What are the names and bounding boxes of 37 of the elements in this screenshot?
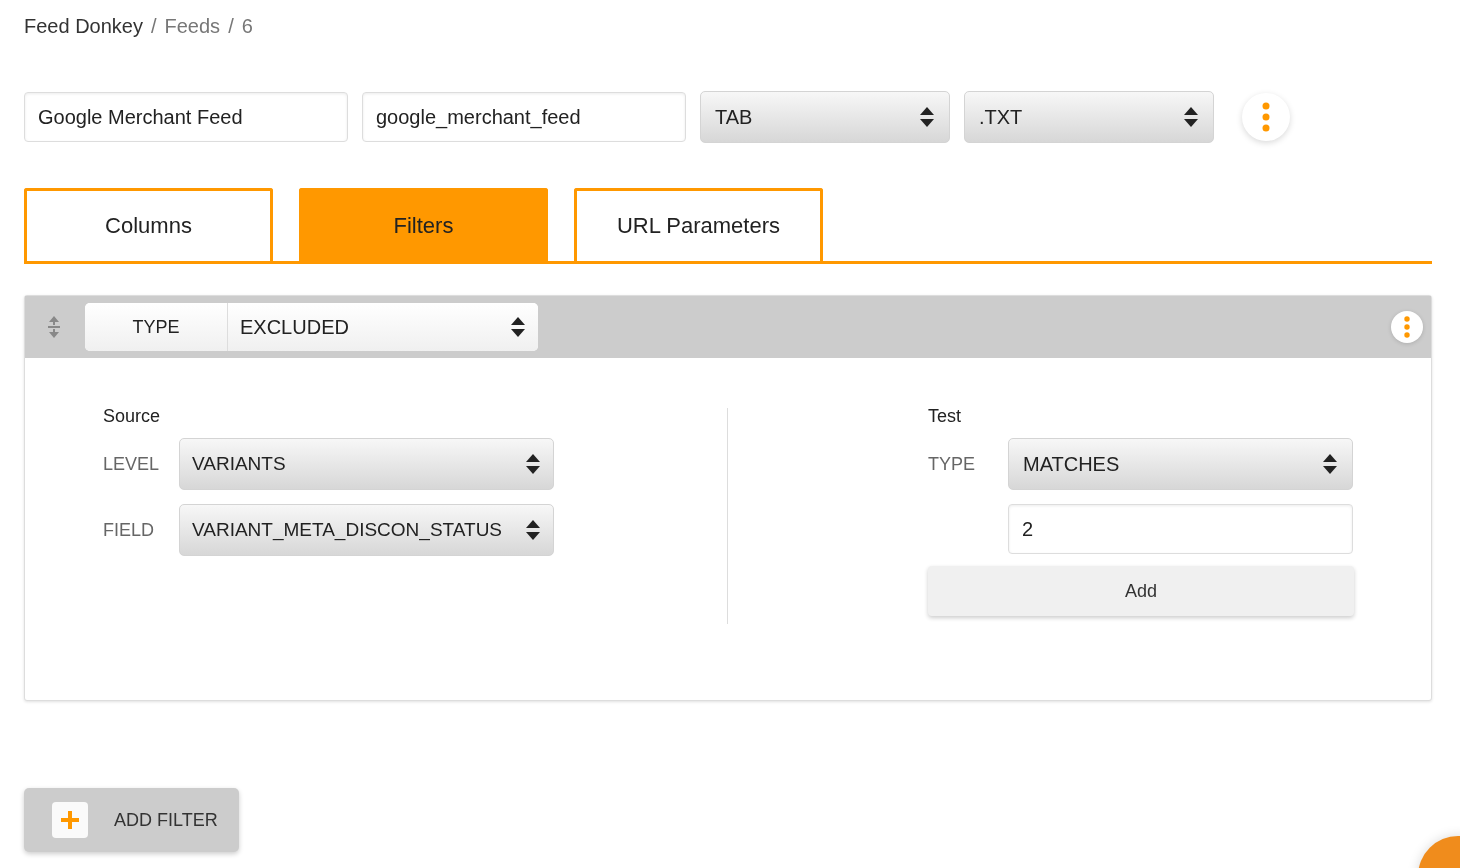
- filter-type-select[interactable]: EXCLUDED: [228, 303, 538, 351]
- field-select[interactable]: VARIANT_META_DISCON_STATUS: [179, 504, 554, 556]
- level-label: LEVEL: [103, 453, 161, 475]
- extension-select[interactable]: .TXT: [964, 91, 1214, 143]
- updown-caret-icon: [1322, 453, 1338, 475]
- test-type-select[interactable]: MATCHES: [1008, 438, 1353, 490]
- add-button[interactable]: Add: [928, 566, 1354, 616]
- updown-caret-icon: [919, 106, 935, 128]
- updown-caret-icon: [1183, 106, 1199, 128]
- breadcrumb-item[interactable]: Feed Donkey: [24, 14, 143, 38]
- breadcrumb-item: 6: [241, 14, 253, 38]
- tab[interactable]: Filters: [299, 188, 548, 261]
- breadcrumb-separator: /: [228, 14, 234, 38]
- tab[interactable]: Columns: [24, 188, 273, 261]
- updown-caret-icon: [510, 316, 526, 338]
- add-filter-button[interactable]: ADD FILTER: [24, 788, 239, 852]
- level-select[interactable]: VARIANTS: [179, 438, 554, 490]
- test-type-label: TYPE: [928, 453, 976, 475]
- feed-slug-field[interactable]: google_merchant_feed: [362, 92, 686, 142]
- more-options-button[interactable]: [1242, 93, 1290, 141]
- updown-caret-icon: [525, 519, 541, 541]
- breadcrumb-item: Feeds: [164, 14, 221, 38]
- type-label: TYPE: [85, 303, 228, 351]
- feed-name-field[interactable]: Google Merchant Feed: [24, 92, 348, 142]
- delimiter-select[interactable]: TAB: [700, 91, 950, 143]
- vertical-dots-icon: [1262, 102, 1270, 132]
- test-value-field[interactable]: 2: [1008, 504, 1353, 554]
- test-heading: Test: [928, 406, 962, 428]
- tab[interactable]: URL Parameters: [574, 188, 823, 261]
- field-label: FIELD: [103, 519, 155, 541]
- updown-caret-icon: [525, 453, 541, 475]
- plus-icon: [52, 802, 88, 838]
- breadcrumb-separator: /: [150, 14, 157, 38]
- vertical-dots-icon: [1404, 316, 1410, 338]
- filter-options-button[interactable]: [1391, 311, 1423, 343]
- drag-handle-icon[interactable]: [47, 315, 61, 339]
- source-heading: Source: [103, 406, 162, 428]
